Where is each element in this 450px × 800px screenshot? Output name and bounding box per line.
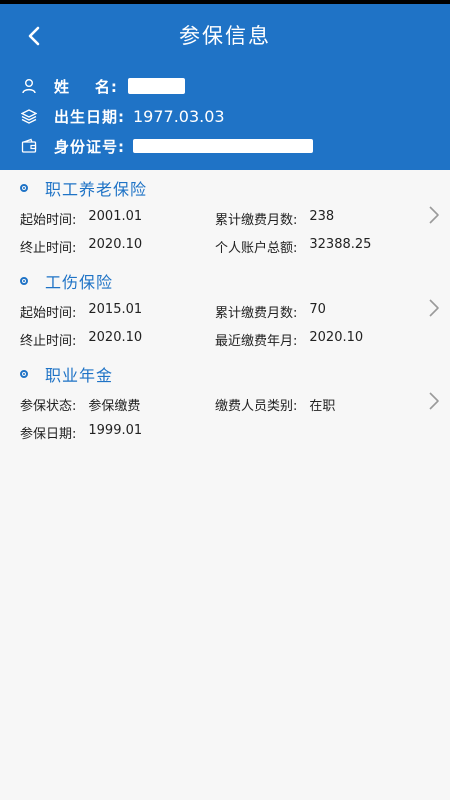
chevron-right-icon[interactable] [426, 390, 442, 412]
birth-label: 出生日期: [54, 107, 125, 126]
id-label: 身份证号: [54, 137, 125, 156]
chevron-right-icon[interactable] [426, 204, 442, 226]
id-row: 身份证号: [20, 132, 313, 160]
section-title: 工伤保险 [45, 273, 114, 292]
wallet-icon [20, 137, 38, 155]
section-header: 职工养老保险 [20, 176, 147, 200]
chevron-right-icon[interactable] [426, 297, 442, 319]
field-person-type: 缴费人员类别: 在职 [215, 399, 336, 414]
field-months: 累计缴费月数: 238 [215, 209, 335, 228]
field-end-time: 终止时间: 2020.10 [20, 237, 143, 256]
section-header: 职业年金 [20, 362, 113, 386]
field-months: 累计缴费月数: 70 [215, 302, 326, 321]
field-start-time: 起始时间: 2001.01 [20, 209, 143, 228]
page-title: 参保信息 [179, 24, 271, 48]
id-redacted [133, 139, 313, 153]
birth-value: 1977.03.03 [133, 106, 225, 126]
injury-section[interactable]: 工伤保险 起始时间: 2015.01 累计缴费月数: 70 终止时间: 2020.10… [0, 269, 450, 355]
pension-section[interactable]: 职工养老保险 起始时间: 2001.01 累计缴费月数: 238 终止时间: 2020… [0, 176, 450, 262]
bullet-circle-icon [20, 370, 28, 378]
field-end-time: 终止时间: 2020.10 [20, 330, 143, 349]
layers-icon [20, 107, 38, 125]
section-title: 职业年金 [45, 366, 114, 385]
section-header: 工伤保险 [20, 269, 113, 293]
field-status: 参保状态: 参保缴费 [20, 399, 141, 414]
field-account-total: 个人账户总额: 32388.25 [215, 237, 372, 256]
field-insured-date: 参保日期: 1999.01 [20, 423, 143, 442]
header: 参保信息 姓 名: 出生日期: 1977.03.03 身份证号: [0, 4, 450, 170]
field-start-time: 起始时间: 2015.01 [20, 302, 143, 321]
content-area: 职工养老保险 起始时间: 2001.01 累计缴费月数: 238 终止时间: 2020… [0, 170, 450, 800]
field-latest-payment: 最近缴费年月: 2020.10 [215, 330, 364, 349]
bullet-circle-icon [20, 184, 28, 192]
birth-row: 出生日期: 1977.03.03 [20, 102, 225, 130]
annuity-section[interactable]: 职业年金 参保状态: 参保缴费 缴费人员类别: 在职 参保日期: 1999.01 [0, 362, 450, 448]
name-row: 姓 名: [20, 72, 185, 100]
name-label: 姓 名: [54, 77, 118, 96]
bullet-circle-icon [20, 277, 28, 285]
section-title: 职工养老保险 [45, 180, 148, 199]
name-redacted [127, 78, 185, 94]
person-icon [20, 77, 38, 95]
